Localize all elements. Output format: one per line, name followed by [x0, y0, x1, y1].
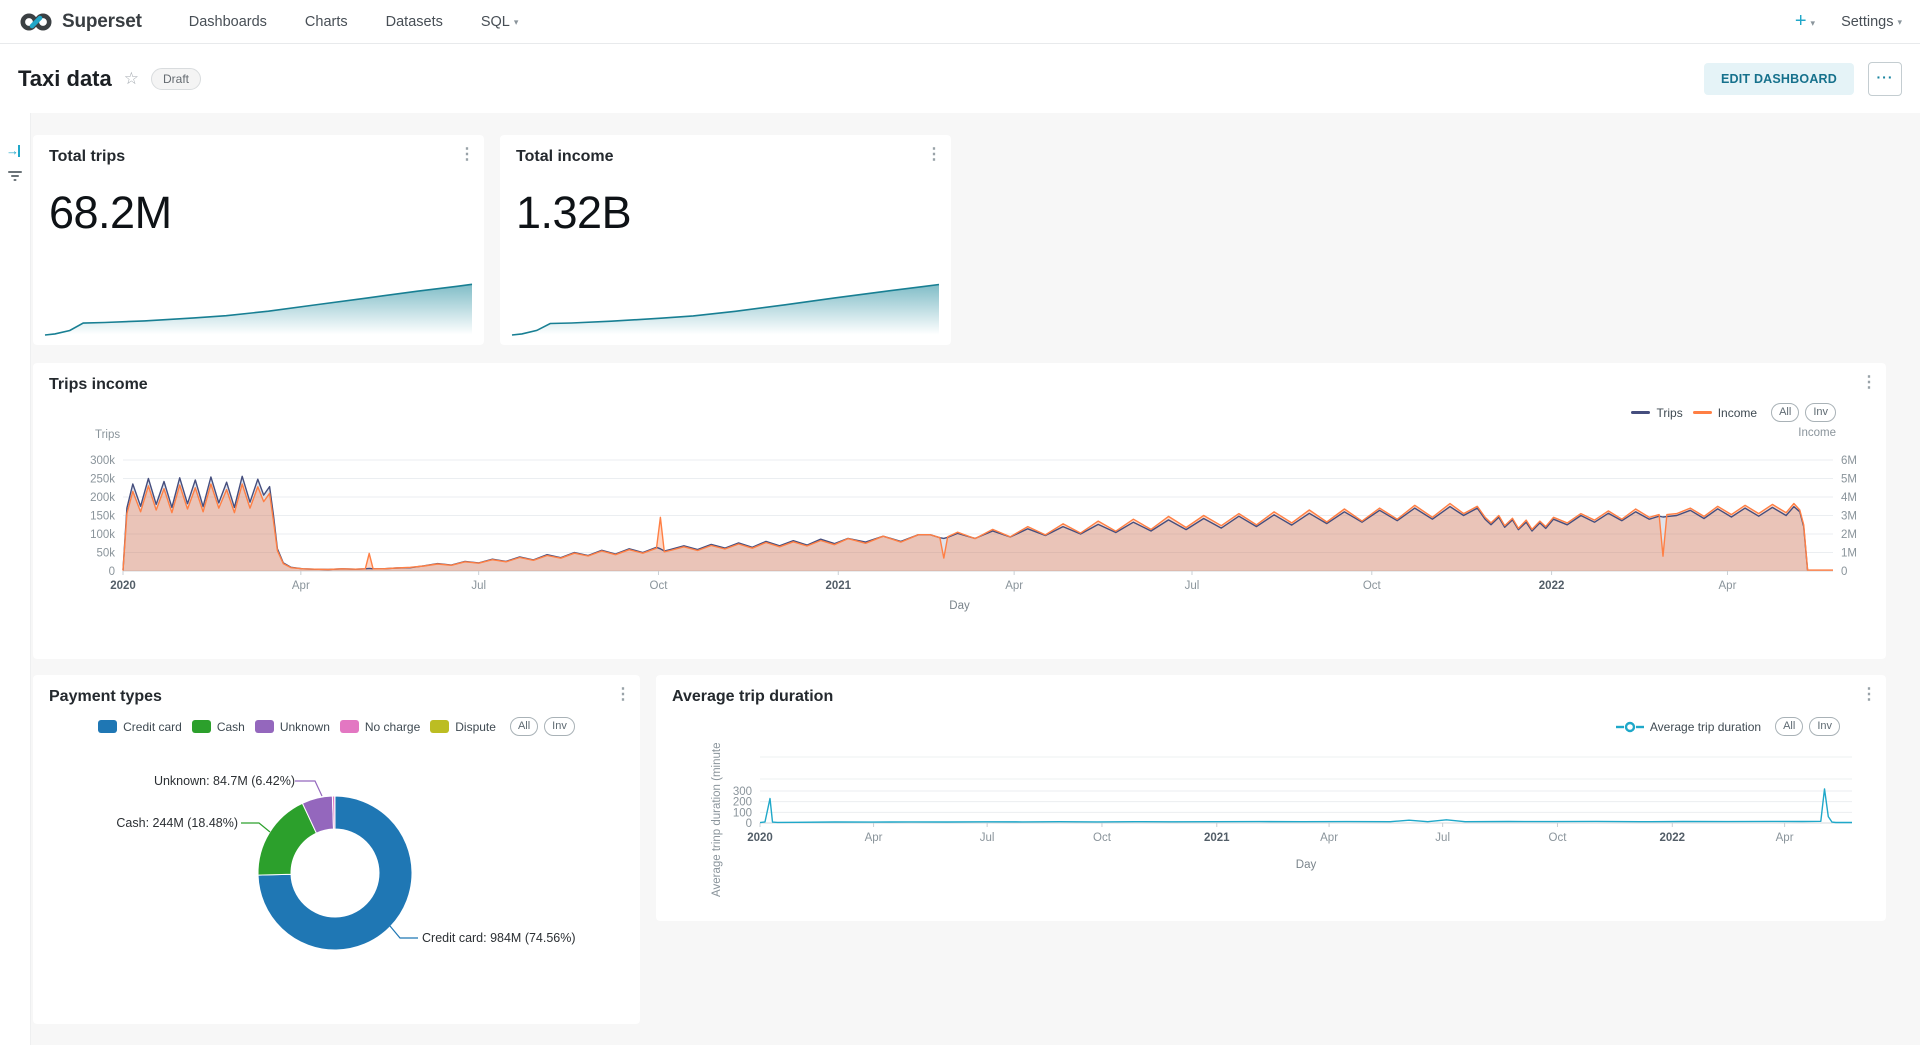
svg-text:Apr: Apr — [865, 832, 883, 844]
nav-item-charts[interactable]: Charts — [286, 14, 367, 30]
caret-down-icon: ▾ — [514, 17, 519, 27]
svg-text:2M: 2M — [1841, 529, 1857, 541]
caret-down-icon: ▾ — [1811, 18, 1816, 28]
more-actions-button[interactable]: ··· — [1868, 62, 1902, 96]
dashboard-titlebar: Taxi data ☆ Draft EDIT DASHBOARD ··· — [0, 45, 1920, 113]
svg-text:Jul: Jul — [1435, 832, 1450, 844]
donut-callout-credit-card: Credit card: 984M (74.56%) — [422, 931, 576, 945]
titlebar-actions: EDIT DASHBOARD ··· — [1704, 62, 1902, 96]
svg-text:300: 300 — [733, 786, 752, 798]
svg-text:2021: 2021 — [1204, 832, 1230, 844]
nav-item-sql[interactable]: SQL▾ — [462, 14, 538, 30]
payment-types-donut[interactable] — [33, 675, 640, 1024]
svg-text:250k: 250k — [90, 474, 115, 486]
donut-callout-unknown: Unknown: 84.7M (6.42%) — [154, 774, 295, 788]
svg-text:3M: 3M — [1841, 511, 1857, 523]
svg-text:Jul: Jul — [471, 580, 486, 592]
total-trips-card: Total trips ⋮ 68.2M — [33, 135, 484, 345]
nav-item-dashboards[interactable]: Dashboards — [170, 14, 286, 30]
chart-title: Total income — [516, 148, 614, 166]
svg-text:0: 0 — [109, 566, 115, 578]
total-trips-sparkline — [41, 277, 476, 339]
svg-text:Oct: Oct — [1549, 832, 1568, 844]
total-income-sparkline — [508, 277, 943, 339]
total-income-value: 1.32B — [516, 187, 631, 239]
nav-item-datasets[interactable]: Datasets — [367, 14, 462, 30]
svg-text:0: 0 — [1841, 566, 1847, 578]
svg-text:Apr: Apr — [1719, 580, 1737, 592]
svg-text:6M: 6M — [1841, 455, 1857, 467]
svg-text:Jul: Jul — [1185, 580, 1200, 592]
svg-text:200: 200 — [733, 797, 752, 809]
svg-text:300k: 300k — [90, 455, 115, 467]
expand-filter-bar-icon[interactable]: → — [6, 143, 20, 158]
new-item-button[interactable]: +▾ — [1795, 11, 1815, 32]
kebab-menu-icon[interactable]: ⋮ — [923, 144, 945, 164]
svg-text:0: 0 — [746, 818, 752, 830]
superset-logo[interactable]: Superset — [18, 11, 142, 33]
svg-text:100k: 100k — [90, 529, 115, 541]
svg-text:2021: 2021 — [825, 580, 851, 592]
svg-text:Apr: Apr — [1776, 832, 1794, 844]
svg-text:Apr: Apr — [292, 580, 310, 592]
x-axis-title: Day — [760, 859, 1852, 871]
avg-trip-duration-chart[interactable]: 0100200300 2020 Apr Jul Oct 2021 Apr Jul Oct 2022… — [656, 675, 1886, 921]
superset-infinity-icon — [18, 11, 54, 33]
collapsed-filter-bar: → — [0, 113, 31, 1045]
svg-text:Oct: Oct — [1363, 580, 1382, 592]
svg-text:4M: 4M — [1841, 492, 1857, 504]
plus-icon: + — [1795, 10, 1807, 32]
svg-text:Apr: Apr — [1005, 580, 1023, 592]
kebab-menu-icon[interactable]: ⋮ — [456, 144, 478, 164]
top-nav: Superset Dashboards Charts Datasets SQL▾… — [0, 0, 1920, 44]
svg-text:Apr: Apr — [1320, 832, 1338, 844]
avg-trip-duration-card: Average trip duration ⋮ Average trip dur… — [656, 675, 1886, 921]
filter-icon[interactable] — [7, 169, 23, 183]
trips-income-chart[interactable]: 0 50k 100k 150k 200k 250k 300k 0 1M 2M 3M 4M 5M 6M 202… — [33, 363, 1886, 659]
draft-badge: Draft — [151, 68, 201, 90]
trips-income-panel: Trips income ⋮ Trips Income All Inv Trip… — [33, 363, 1886, 659]
svg-text:100: 100 — [733, 807, 752, 819]
settings-menu[interactable]: Settings▾ — [1841, 14, 1902, 30]
edit-dashboard-button[interactable]: EDIT DASHBOARD — [1704, 63, 1854, 95]
x-axis-title: Day — [33, 600, 1886, 612]
svg-text:2022: 2022 — [1539, 580, 1565, 592]
svg-text:2020: 2020 — [110, 580, 136, 592]
superset-dashboard-page: Superset Dashboards Charts Datasets SQL▾… — [0, 0, 1920, 1045]
total-income-card: Total income ⋮ 1.32B — [500, 135, 951, 345]
svg-text:Oct: Oct — [1093, 832, 1112, 844]
nav-right: +▾ Settings▾ — [1795, 11, 1902, 32]
svg-text:5M: 5M — [1841, 474, 1857, 486]
caret-down-icon: ▾ — [1897, 17, 1902, 27]
svg-text:Oct: Oct — [650, 580, 669, 592]
svg-text:200k: 200k — [90, 492, 115, 504]
total-trips-value: 68.2M — [49, 187, 172, 239]
chart-title: Total trips — [49, 148, 125, 166]
svg-text:50k: 50k — [96, 548, 115, 560]
donut-callout-cash: Cash: 244M (18.48%) — [116, 816, 238, 830]
svg-text:2022: 2022 — [1659, 832, 1685, 844]
svg-text:2020: 2020 — [747, 832, 773, 844]
favorite-star-icon[interactable]: ☆ — [124, 69, 139, 89]
svg-text:150k: 150k — [90, 511, 115, 523]
brand-name: Superset — [62, 11, 142, 33]
svg-text:Jul: Jul — [980, 832, 995, 844]
dashboard-body: → Total trips ⋮ 68.2M Total income ⋮ 1.3… — [0, 113, 1920, 1045]
svg-text:1M: 1M — [1841, 548, 1857, 560]
payment-types-card: Payment types ⋮ Credit card Cash Unknown — [33, 675, 640, 1024]
page-title: Taxi data — [18, 66, 112, 92]
